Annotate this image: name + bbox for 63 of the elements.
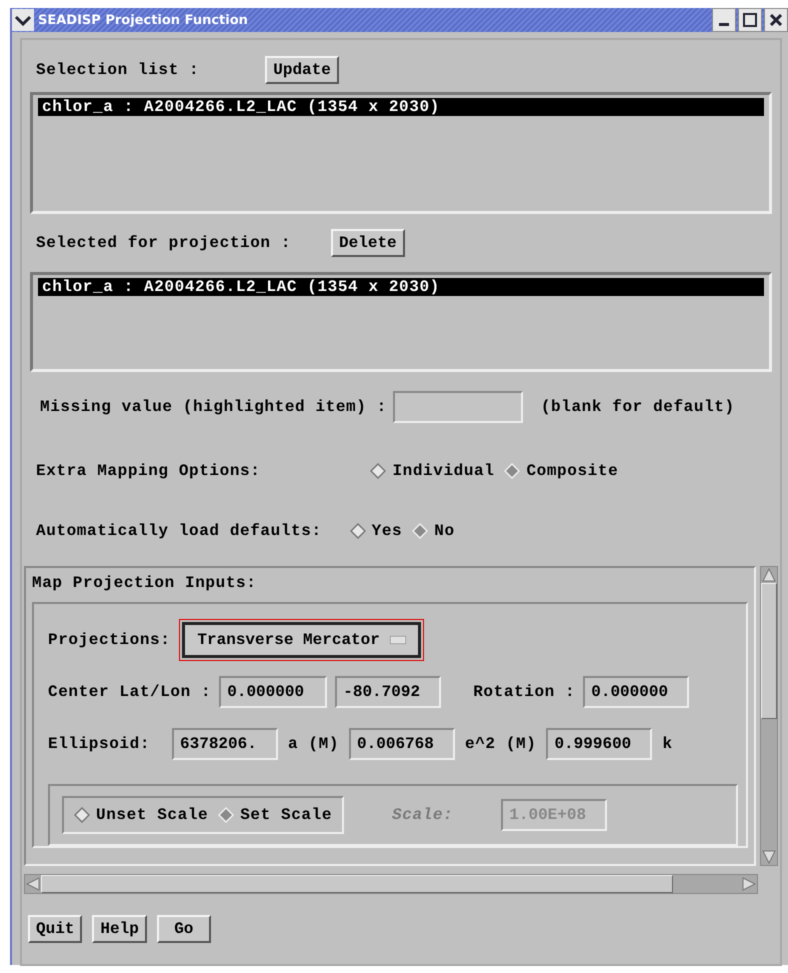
- radio-label: Composite: [526, 462, 618, 480]
- radio-label: No: [434, 522, 455, 540]
- unit-label: a (M): [288, 735, 340, 753]
- radio-option[interactable]: Composite: [504, 462, 618, 480]
- minimize-icon: [719, 22, 729, 26]
- radio-button[interactable]: [350, 523, 366, 539]
- missing-value-field[interactable]: [392, 391, 523, 423]
- missing-value-label: Missing value (highlighted item) :: [40, 398, 387, 416]
- action-button[interactable]: Quit: [28, 915, 82, 943]
- hint-text: (blank for default): [540, 398, 735, 416]
- projection-dropdown[interactable]: Transverse Mercator: [182, 622, 421, 658]
- vertical-scrollbar[interactable]: [760, 566, 778, 866]
- maximize-button[interactable]: [738, 8, 762, 32]
- radio-option[interactable]: Yes: [350, 522, 402, 540]
- scroll-left-icon[interactable]: [25, 877, 41, 891]
- radio-button[interactable]: [74, 807, 90, 823]
- radio-option[interactable]: Individual: [370, 462, 494, 480]
- ellipsoid-field[interactable]: 6378206.: [172, 728, 278, 760]
- window-title: SEADISP Projection Function: [38, 12, 249, 28]
- projections-label: Projections:: [48, 631, 170, 649]
- chevron-icon[interactable]: [12, 9, 34, 31]
- list-item[interactable]: chlor_a : A2004266.L2_LAC (1354 x 2030): [38, 278, 764, 296]
- scroll-right-icon[interactable]: [741, 877, 757, 891]
- update-button[interactable]: Update: [265, 56, 339, 84]
- maximize-icon: [743, 13, 757, 27]
- rotation-label: Rotation :: [473, 683, 576, 701]
- ellipsoid-label: Ellipsoid:: [48, 735, 150, 753]
- longitude-field[interactable]: -80.7092: [335, 676, 442, 708]
- radio-label: Individual: [392, 462, 494, 480]
- radio-option[interactable]: No: [412, 522, 455, 540]
- selection-list-label: Selection list :: [36, 61, 200, 79]
- auto-load-label: Automatically load defaults:: [36, 522, 322, 540]
- minimize-button[interactable]: [712, 8, 736, 32]
- panel-title: Map Projection Inputs:: [32, 574, 256, 592]
- unit-label: k: [662, 735, 673, 753]
- selected-list[interactable]: chlor_a : A2004266.L2_LAC (1354 x 2030): [30, 272, 772, 372]
- unit-label: e^2 (M): [465, 735, 536, 753]
- delete-button[interactable]: Delete: [331, 229, 405, 257]
- close-icon: [770, 14, 782, 26]
- radio-label: Unset Scale: [96, 806, 208, 824]
- scroll-up-icon[interactable]: [762, 567, 776, 583]
- scroll-down-icon[interactable]: [762, 849, 776, 865]
- option-indicator-icon: [390, 636, 406, 644]
- scale-label: Scale:: [392, 806, 454, 824]
- selected-list-label: Selected for projection :: [36, 234, 292, 252]
- radio-button[interactable]: [370, 463, 386, 479]
- extra-mapping-label: Extra Mapping Options:: [36, 462, 260, 480]
- radio-label: Set Scale: [240, 806, 332, 824]
- radio-option[interactable]: Set Scale: [218, 806, 332, 824]
- close-button[interactable]: [764, 8, 788, 32]
- rotation-field[interactable]: 0.000000: [583, 676, 690, 708]
- action-button[interactable]: Help: [92, 915, 147, 943]
- list-item[interactable]: chlor_a : A2004266.L2_LAC (1354 x 2030): [38, 98, 764, 116]
- selection-list[interactable]: chlor_a : A2004266.L2_LAC (1354 x 2030): [30, 92, 772, 214]
- scale-field: 1.00E+08: [501, 799, 608, 831]
- ellipsoid-field[interactable]: 0.999600: [546, 728, 652, 760]
- latitude-field[interactable]: 0.000000: [219, 676, 328, 708]
- radio-label: Yes: [372, 522, 402, 540]
- radio-option[interactable]: Unset Scale: [74, 806, 208, 824]
- action-button[interactable]: Go: [156, 915, 211, 943]
- center-label: Center Lat/Lon :: [48, 683, 212, 701]
- horizontal-scrollbar[interactable]: [24, 874, 758, 894]
- ellipsoid-field[interactable]: 0.006768: [349, 728, 456, 760]
